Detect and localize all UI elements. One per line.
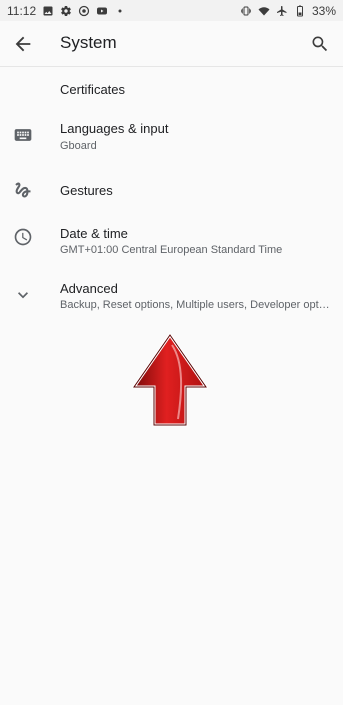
clock-icon (13, 227, 33, 247)
battery-percent: 33% (311, 3, 336, 18)
wifi-icon (258, 5, 270, 17)
settings-list: Certificates Languages & input Gboard Ge… (0, 68, 343, 331)
list-item-gestures[interactable]: Gestures (0, 166, 343, 217)
status-bar: 11:12 33% (0, 0, 343, 21)
item-label: Languages & input (60, 121, 169, 136)
red-arrow-annotation (132, 333, 208, 427)
list-item-certificates[interactable]: Certificates (0, 68, 343, 113)
battery-icon (294, 5, 306, 17)
page-title: System (60, 33, 117, 52)
image-icon (42, 5, 54, 17)
item-summary: GMT+01:00 Central European Standard Time (60, 244, 283, 256)
back-button[interactable] (11, 32, 35, 56)
item-label: Certificates (60, 82, 126, 97)
item-summary: Backup, Reset options, Multiple users, D… (60, 299, 332, 311)
chevron-down-icon (13, 285, 33, 305)
vibrate-icon (240, 5, 252, 17)
vpn-key-icon (78, 5, 90, 17)
list-item-advanced[interactable]: Advanced Backup, Reset options, Multiple… (0, 273, 343, 331)
status-time: 11:12 (7, 3, 37, 18)
search-icon (312, 36, 328, 52)
search-button[interactable] (308, 32, 332, 56)
arrow-back-icon (15, 36, 31, 52)
keyboard-icon (13, 125, 33, 145)
gesture-icon (13, 180, 33, 200)
airplane-icon (276, 5, 288, 17)
app-bar: System (0, 21, 343, 67)
dot-icon (114, 5, 126, 17)
status-bar-right: 33% (240, 4, 336, 18)
item-summary: Gboard (60, 140, 97, 152)
list-item-date-time[interactable]: Date & time GMT+01:00 Central European S… (0, 217, 343, 273)
youtube-icon (96, 5, 108, 17)
item-label: Advanced (60, 281, 118, 296)
list-item-languages-input[interactable]: Languages & input Gboard (0, 113, 343, 166)
gear-icon (60, 5, 72, 17)
item-label: Gestures (60, 183, 113, 198)
status-bar-left: 11:12 (7, 4, 126, 18)
item-label: Date & time (60, 226, 128, 241)
